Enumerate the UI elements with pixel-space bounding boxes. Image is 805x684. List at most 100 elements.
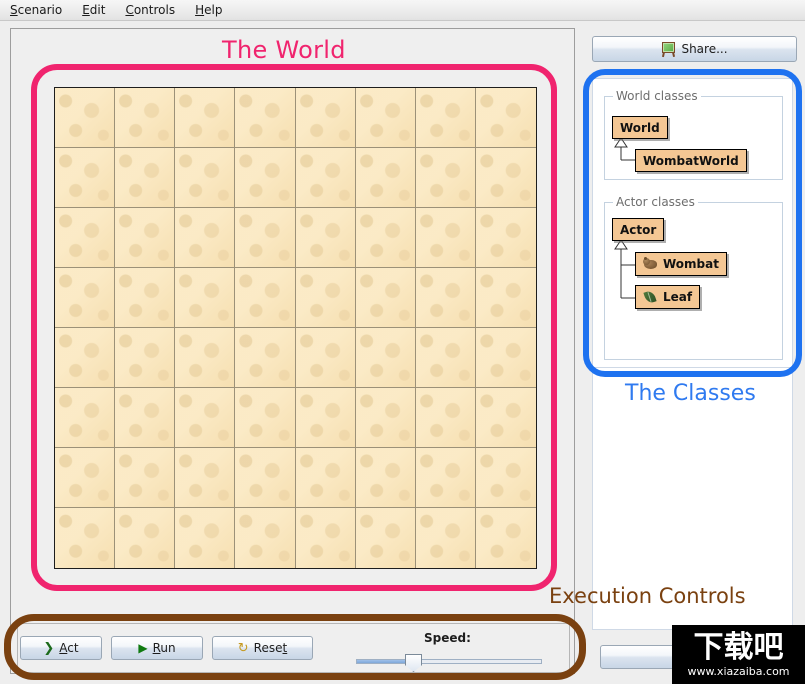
- world-cell[interactable]: [475, 328, 536, 388]
- world-cell[interactable]: [115, 448, 176, 508]
- world-cell[interactable]: [475, 208, 536, 268]
- watermark-text: 下载吧: [693, 629, 784, 665]
- world-cell[interactable]: [415, 268, 476, 328]
- world-cell[interactable]: [55, 88, 116, 148]
- world-cell[interactable]: [235, 88, 296, 148]
- world-cell[interactable]: [415, 388, 476, 448]
- world-cell[interactable]: [55, 268, 116, 328]
- world-cell[interactable]: [295, 208, 356, 268]
- world-cell[interactable]: [235, 508, 296, 568]
- world-cell[interactable]: [295, 508, 356, 568]
- classes-annotation-label: The Classes: [625, 381, 756, 406]
- menu-item-controls[interactable]: Controls: [116, 1, 184, 19]
- world-cell[interactable]: [55, 388, 116, 448]
- world-cell[interactable]: [415, 448, 476, 508]
- class-node-wombatworld[interactable]: WombatWorld: [635, 149, 747, 172]
- run-button[interactable]: ▶ Run: [111, 636, 203, 660]
- watermark-url: www.xiazaiba.com: [687, 664, 790, 678]
- world-cell[interactable]: [475, 148, 536, 208]
- world-cell[interactable]: [355, 328, 416, 388]
- world-cell[interactable]: [235, 328, 296, 388]
- world-cell[interactable]: [475, 388, 536, 448]
- world-cell[interactable]: [355, 508, 416, 568]
- world-cell[interactable]: [115, 208, 176, 268]
- world-cell[interactable]: [115, 388, 176, 448]
- world-annotation-label: The World: [222, 36, 346, 64]
- world-classes-group-title: World classes: [613, 89, 701, 103]
- world-cell[interactable]: [295, 148, 356, 208]
- world-cell[interactable]: [415, 88, 476, 148]
- world-cell[interactable]: [175, 148, 236, 208]
- world-cell[interactable]: [355, 388, 416, 448]
- act-button[interactable]: ❯ Act: [20, 636, 102, 660]
- world-cell[interactable]: [115, 268, 176, 328]
- menu-bar: Scenario Edit Controls Help: [0, 0, 805, 21]
- world-cell[interactable]: [295, 328, 356, 388]
- menu-item-help[interactable]: Help: [186, 1, 231, 19]
- world-cell[interactable]: [415, 148, 476, 208]
- world-cell[interactable]: [55, 148, 116, 208]
- world-cell[interactable]: [235, 388, 296, 448]
- world-cell[interactable]: [115, 88, 176, 148]
- speed-slider[interactable]: [356, 654, 542, 672]
- world-cell[interactable]: [355, 208, 416, 268]
- reset-icon: ↻: [237, 640, 249, 656]
- world-cell[interactable]: [115, 508, 176, 568]
- world-cell[interactable]: [175, 508, 236, 568]
- world-cell[interactable]: [235, 448, 296, 508]
- world-cell[interactable]: [415, 208, 476, 268]
- world-cell[interactable]: [115, 148, 176, 208]
- world-cell[interactable]: [355, 148, 416, 208]
- world-cell[interactable]: [295, 88, 356, 148]
- leaf-icon: [643, 289, 658, 305]
- menu-item-edit[interactable]: Edit: [73, 1, 114, 19]
- world-cell[interactable]: [355, 88, 416, 148]
- wombat-icon: [643, 257, 658, 270]
- class-node-wombat[interactable]: Wombat: [635, 252, 727, 276]
- menu-item-help-label: elp: [204, 3, 223, 17]
- world-cell[interactable]: [295, 268, 356, 328]
- class-node-wombat-label: Wombat: [663, 257, 719, 271]
- share-button[interactable]: Share...: [592, 36, 797, 62]
- world-cell[interactable]: [295, 448, 356, 508]
- world-cell[interactable]: [175, 88, 236, 148]
- world-cell[interactable]: [475, 88, 536, 148]
- world-cell[interactable]: [235, 208, 296, 268]
- world-cell[interactable]: [475, 508, 536, 568]
- world-cell[interactable]: [175, 208, 236, 268]
- share-button-label: Share...: [681, 42, 728, 56]
- class-node-leaf[interactable]: Leaf: [635, 285, 701, 309]
- world-cell[interactable]: [355, 268, 416, 328]
- watermark-logo: 下载吧 www.xiazaiba.com: [672, 625, 805, 684]
- world-cell[interactable]: [55, 448, 116, 508]
- menu-item-scenario-label: cenario: [17, 3, 63, 17]
- world-cell[interactable]: [475, 448, 536, 508]
- speed-slider-fill: [357, 660, 411, 663]
- world-cell[interactable]: [235, 148, 296, 208]
- world-cell[interactable]: [175, 268, 236, 328]
- world-cell[interactable]: [295, 388, 356, 448]
- world-cell[interactable]: [235, 268, 296, 328]
- world-cell[interactable]: [55, 208, 116, 268]
- world-cell[interactable]: [415, 508, 476, 568]
- class-node-actor[interactable]: Actor: [612, 218, 665, 241]
- world-cell[interactable]: [55, 508, 116, 568]
- world-grid[interactable]: [54, 87, 537, 569]
- world-cell[interactable]: [175, 328, 236, 388]
- menu-item-scenario[interactable]: Scenario: [1, 1, 71, 19]
- world-cell[interactable]: [415, 328, 476, 388]
- world-cell[interactable]: [475, 268, 536, 328]
- world-cell[interactable]: [175, 448, 236, 508]
- reset-button[interactable]: ↻ Reset: [212, 636, 313, 660]
- class-node-world-label: World: [620, 120, 660, 135]
- world-cell[interactable]: [55, 328, 116, 388]
- world-cell[interactable]: [115, 328, 176, 388]
- easel-icon: [661, 41, 676, 57]
- class-node-leaf-label: Leaf: [663, 290, 693, 304]
- execution-annotation-label: Execution Controls: [549, 584, 746, 608]
- class-node-world[interactable]: World: [612, 116, 668, 139]
- world-cell[interactable]: [355, 448, 416, 508]
- class-node-wombatworld-label: WombatWorld: [643, 153, 739, 168]
- world-cell[interactable]: [175, 388, 236, 448]
- run-button-label: un: [160, 641, 176, 655]
